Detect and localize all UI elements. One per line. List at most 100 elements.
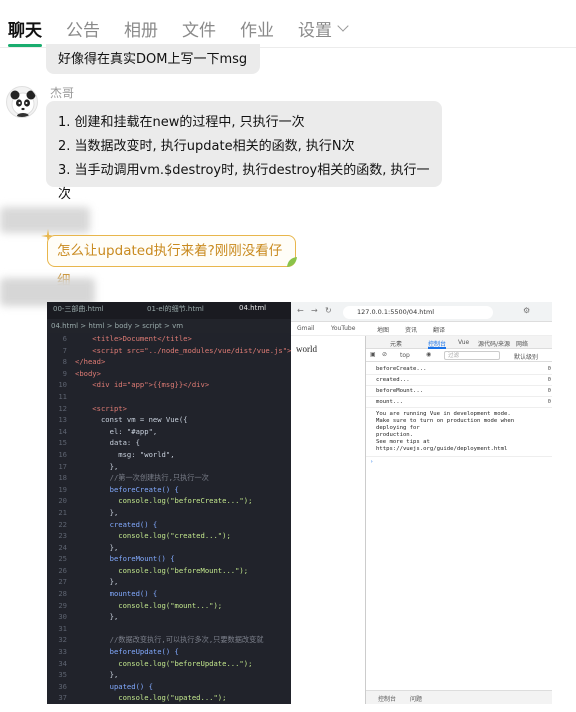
- info-line: Make sure to turn on production mode whe…: [376, 418, 515, 431]
- code-text: <title>Document</title>: [75, 334, 192, 343]
- message-bubble-highlight: 怎么让updated执行来着?刚刚没看仔细: [47, 235, 296, 289]
- console-prompt: ›: [370, 459, 374, 465]
- line-number: 17: [58, 461, 67, 471]
- tab-homework[interactable]: 作业: [240, 16, 274, 41]
- line-number: 20: [58, 496, 67, 506]
- code-line: 8 </head>: [47, 356, 291, 368]
- line-number: 16: [58, 449, 67, 459]
- code-line: 21 },: [47, 507, 291, 519]
- message-bubble: 1. 创建和挂载在new的过程中, 只执行一次 2. 当数据改变时, 执行upd…: [46, 101, 442, 202]
- devtools-tab: 源代码/来源: [478, 341, 511, 348]
- console-log: beforeMount... 0: [366, 386, 552, 397]
- line-number: 6: [62, 334, 67, 343]
- code-line: 27 },: [47, 576, 291, 588]
- code-editor: 00-三部曲.html 01-el的细节.html 04.html 04.htm…: [47, 302, 291, 704]
- tab-chat[interactable]: 聊天: [8, 16, 42, 41]
- bookmark-item: Gmail: [297, 325, 315, 332]
- drawer-tab: 问题: [410, 696, 423, 703]
- code-text: },: [75, 507, 119, 517]
- eye-icon: ◉: [426, 351, 432, 358]
- message-text: 好像得在真实DOM上写一下msg: [58, 52, 248, 67]
- editor-tabs: 00-三部曲.html 01-el的细节.html 04.html: [47, 302, 291, 319]
- code-line: 31: [47, 623, 291, 635]
- leaf-icon: [287, 257, 297, 267]
- tab-album[interactable]: 相册: [124, 16, 158, 41]
- line-number: 9: [62, 368, 67, 378]
- line-number: 7: [62, 345, 67, 355]
- code-text: const vm = new Vue({: [75, 415, 188, 425]
- line-number: 33: [58, 647, 67, 657]
- code-line: 26 console.log("beforeMount...");: [47, 565, 291, 577]
- code-text: //数据改变执行,可以执行多次,只要数据改变就: [75, 635, 264, 645]
- info-line: production.: [376, 432, 414, 438]
- line-number: 10: [58, 380, 67, 390]
- code-line: 24 },: [47, 542, 291, 554]
- line-number: 37: [58, 693, 67, 703]
- code-line: 10 <div id="app">{{msg}}</div>: [47, 379, 291, 391]
- code-line: 18 //第一次创建执行,只执行一次: [47, 472, 291, 484]
- code-text: beforeCreate() {: [75, 484, 179, 494]
- avatar[interactable]: [6, 86, 38, 118]
- tab-announcement[interactable]: 公告: [66, 16, 100, 41]
- code-text: beforeMount() {: [75, 554, 175, 564]
- code-text: </head>: [75, 357, 106, 367]
- line-number: 8: [62, 357, 67, 367]
- line-number: 14: [58, 426, 67, 436]
- log-source: 0: [547, 366, 551, 372]
- bookmark-item: 资讯: [405, 327, 418, 334]
- extensions-icon: ⚙: [523, 306, 531, 315]
- line-number: 29: [58, 600, 67, 610]
- active-tab-indicator: [8, 44, 42, 47]
- log-source: 0: [547, 399, 551, 405]
- code-line: 30 },: [47, 611, 291, 623]
- line-number: 19: [58, 484, 67, 494]
- tab-files[interactable]: 文件: [182, 16, 216, 41]
- message-image[interactable]: 00-三部曲.html 01-el的细节.html 04.html 04.htm…: [47, 302, 552, 704]
- devtools-tab: 网络: [516, 341, 529, 348]
- line-number: 34: [58, 658, 67, 668]
- drawer-tab: 控制台: [378, 696, 397, 703]
- code-lines: 6 <title>Document</title> 7 <script src="…: [47, 333, 291, 704]
- editor-tab: 01-el的细节.html: [147, 305, 204, 313]
- code-text: },: [75, 612, 119, 622]
- devtools-panel: 元素 控制台 Vue 源代码/来源 网络 ▣ ⊘ top ◉ 过滤 默认级别 b…: [365, 336, 552, 704]
- code-line: 14 el: "#app",: [47, 426, 291, 438]
- console-log: mount... 0: [366, 397, 552, 408]
- bookmark-item: 翻译: [433, 327, 446, 334]
- line-number: 15: [58, 438, 67, 448]
- code-text: upated() {: [75, 681, 153, 691]
- code-line: 13 const vm = new Vue({: [47, 414, 291, 426]
- console-output: beforeCreate... 0 created... 0 beforeMount…: [366, 364, 552, 467]
- code-text: //第一次创建执行,只执行一次: [75, 473, 209, 483]
- browser-window: ← → ↻ 127.0.0.1:5500/04.html ⚙ Gmail You…: [291, 302, 552, 704]
- clear-icon: ⊘: [382, 351, 388, 358]
- code-text: <body>: [75, 368, 101, 378]
- bookmark-item: YouTube: [331, 325, 356, 332]
- message-bubble: 好像得在真实DOM上写一下msg: [46, 44, 260, 74]
- code-line: 32 //数据改变执行,可以执行多次,只要数据改变就: [47, 634, 291, 646]
- sidebar-icon: ▣: [370, 351, 376, 358]
- line-number: 36: [58, 681, 67, 691]
- console-log: created... 0: [366, 375, 552, 386]
- code-text: beforeUpdate() {: [75, 647, 179, 657]
- line-number: 28: [58, 589, 67, 599]
- editor-tab: 04.html: [239, 304, 267, 312]
- code-line: 11: [47, 391, 291, 403]
- code-text: },: [75, 542, 119, 552]
- url-text: 127.0.0.1:5500/04.html: [357, 308, 435, 316]
- code-line: 7 <script src="../node_modules/vue/dist/…: [47, 345, 292, 357]
- line-number: 35: [58, 670, 67, 680]
- code-text: <script src="../node_modules/vue/dist/vu…: [75, 345, 292, 355]
- line-number: 23: [58, 531, 67, 541]
- code-text: console.log("beforeMount...");: [75, 565, 249, 575]
- devtools-tab: Vue: [458, 339, 470, 346]
- panda-avatar-icon: [10, 90, 36, 117]
- code-text: console.log("upated...");: [75, 693, 227, 703]
- log-source: 0: [547, 388, 551, 394]
- code-line: 37 console.log("upated...");: [47, 692, 291, 704]
- bookmarks-bar: Gmail YouTube 地图 资讯 翻译: [291, 322, 552, 336]
- code-line: 36 upated() {: [47, 681, 291, 693]
- chevron-down-icon[interactable]: [337, 20, 349, 32]
- tab-settings[interactable]: 设置: [298, 16, 332, 41]
- reload-icon: ↻: [325, 306, 332, 315]
